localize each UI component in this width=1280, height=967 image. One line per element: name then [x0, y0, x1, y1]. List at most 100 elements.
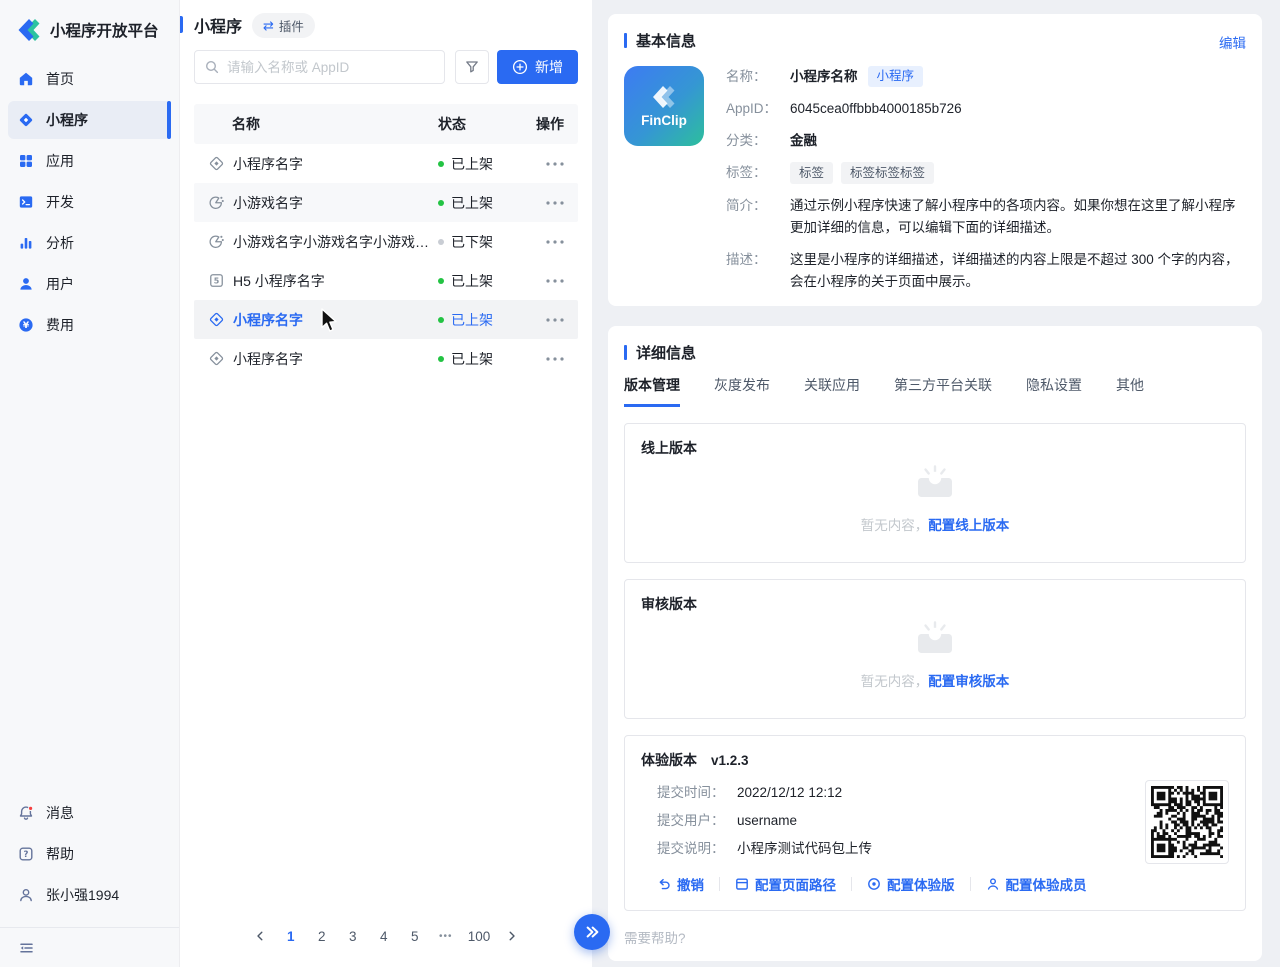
- sidebar-item-apps[interactable]: 应用: [8, 142, 171, 180]
- sidebar-item-account[interactable]: 张小强1994: [8, 876, 171, 914]
- online-empty-state: 暂无内容，配置线上版本: [641, 458, 1229, 534]
- row-name: 小程序名字: [233, 310, 303, 330]
- row-name: H5 小程序名字: [233, 271, 325, 291]
- h5-icon: 5: [208, 272, 225, 289]
- miniapp-icon: [208, 311, 225, 328]
- row-more-button[interactable]: [530, 318, 564, 322]
- detail-info-card: 详细信息 版本管理 灰度发布 关联应用 第三方平台关联 隐私设置 其他 线上版本…: [608, 326, 1262, 961]
- tab-privacy[interactable]: 隐私设置: [1026, 375, 1082, 407]
- table-row[interactable]: 小游戏名字小游戏名字小游戏名字 已下架: [194, 222, 578, 261]
- pagination-page-1[interactable]: 1: [278, 923, 304, 949]
- field-label: 描述：: [726, 249, 784, 270]
- configure-review-version-link[interactable]: 配置审核版本: [928, 674, 1009, 689]
- sidebar-item-label: 用户: [46, 274, 74, 294]
- sidebar-collapse-button[interactable]: [0, 927, 179, 967]
- configure-trial-button[interactable]: 配置体验版: [867, 874, 955, 894]
- tab-linked-apps[interactable]: 关联应用: [804, 375, 860, 407]
- basic-info-fields: 名称： 小程序名称 小程序 AppID： 6045cea0ffbbb400018…: [726, 66, 1246, 292]
- tab-version-management[interactable]: 版本管理: [624, 375, 680, 407]
- trial-version-number: v1.2.3: [711, 753, 749, 768]
- funnel-icon: [464, 59, 480, 75]
- configure-page-path-button[interactable]: 配置页面路径: [735, 874, 836, 894]
- table-row[interactable]: 小游戏名字 已上架: [194, 183, 578, 222]
- app-logo: FinClip: [624, 66, 704, 146]
- empty-inbox-icon: [912, 618, 958, 658]
- table-row[interactable]: 5 H5 小程序名字 已上架: [194, 261, 578, 300]
- plugin-toggle[interactable]: ⇄ 插件: [252, 13, 315, 38]
- yuan-coin-icon: ¥: [18, 317, 34, 333]
- sidebar-bottom: 消息 ? 帮助 张小强1994: [0, 794, 179, 967]
- tab-gray-release[interactable]: 灰度发布: [714, 375, 770, 407]
- miniapp-icon: [208, 350, 225, 367]
- svg-text:?: ?: [24, 850, 29, 860]
- pagination-page-4[interactable]: 4: [371, 923, 397, 949]
- status-text: 已上架: [451, 193, 493, 213]
- home-icon: [18, 71, 34, 87]
- help-text: 需要帮助?: [624, 927, 1246, 947]
- add-button[interactable]: 新增: [497, 50, 578, 84]
- search-input[interactable]: [194, 50, 445, 84]
- pagination-page-3[interactable]: 3: [340, 923, 366, 949]
- pagination-page-2[interactable]: 2: [309, 923, 335, 949]
- table-row[interactable]: 小程序名字 已上架: [194, 144, 578, 183]
- row-more-button[interactable]: [530, 201, 564, 205]
- revoke-button[interactable]: 撤销: [657, 874, 704, 894]
- row-name: 小游戏名字: [233, 193, 303, 213]
- trial-version-actions: 撤销 配置页面路径 配置体验版 配置体验成员: [657, 874, 1115, 894]
- sidebar-item-home[interactable]: 首页: [8, 60, 171, 98]
- miniapp-icon: [208, 155, 225, 172]
- sidebar-item-develop[interactable]: 开发: [8, 183, 171, 221]
- divider: [719, 877, 720, 891]
- pagination-next-button[interactable]: [499, 923, 525, 949]
- pagination-page-5[interactable]: 5: [402, 923, 428, 949]
- double-chevron-right-icon: [583, 923, 601, 941]
- finclip-mark-icon: [649, 85, 679, 110]
- platform-logo-text: 小程序开放平台: [50, 19, 159, 41]
- status-text: 已上架: [451, 154, 493, 174]
- sidebar-item-help[interactable]: ? 帮助: [8, 835, 171, 873]
- sidebar-item-label: 开发: [46, 192, 74, 212]
- empty-inbox-icon: [912, 462, 958, 502]
- field-label: 简介：: [726, 195, 784, 216]
- pagination-prev-button[interactable]: [247, 923, 273, 949]
- pagination-ellipsis[interactable]: •••: [433, 923, 459, 949]
- tag-badge: 标签: [790, 162, 833, 184]
- section-accent-bar: [624, 33, 627, 48]
- divider: [851, 877, 852, 891]
- appid-value: 6045cea0ffbbb4000185b726: [790, 98, 1246, 119]
- row-more-button[interactable]: [530, 162, 564, 166]
- search-box: [194, 50, 445, 84]
- row-more-button[interactable]: [530, 279, 564, 283]
- plugin-toggle-label: 插件: [279, 16, 304, 35]
- detail-content-area: 基本信息 编辑 FinClip 名称： 小程序名称 小程序 AppID： 604…: [592, 0, 1280, 967]
- add-button-label: 新增: [535, 57, 563, 77]
- sidebar-item-miniprogram[interactable]: 小程序: [8, 101, 171, 139]
- edit-link[interactable]: 编辑: [1219, 32, 1246, 52]
- user-icon: [18, 276, 34, 292]
- field-label: 提交说明：: [657, 839, 729, 859]
- pagination-page-100[interactable]: 100: [464, 923, 495, 949]
- table-header: 名称 状态 操作: [194, 104, 578, 144]
- sidebar-item-analytics[interactable]: 分析: [8, 224, 171, 262]
- menu-fold-icon: [18, 940, 35, 956]
- question-icon: ?: [18, 846, 34, 862]
- review-empty-state: 暂无内容，配置审核版本: [641, 614, 1229, 690]
- collapse-panel-button[interactable]: [574, 914, 610, 950]
- sidebar: 小程序开放平台 首页 小程序 应用 开发: [0, 0, 180, 967]
- configure-online-version-link[interactable]: 配置线上版本: [928, 518, 1009, 533]
- field-label: 名称：: [726, 66, 784, 87]
- table-row-selected[interactable]: 小程序名字 已上架: [194, 300, 578, 339]
- table-row[interactable]: 小程序名字 已上架: [194, 339, 578, 378]
- field-label: 标签：: [726, 162, 784, 183]
- tab-third-party[interactable]: 第三方平台关联: [894, 375, 992, 407]
- sidebar-item-billing[interactable]: ¥ 费用: [8, 306, 171, 344]
- row-more-button[interactable]: [530, 357, 564, 361]
- sidebar-item-users[interactable]: 用户: [8, 265, 171, 303]
- person-outline-icon: [18, 887, 34, 903]
- tab-other[interactable]: 其他: [1116, 375, 1144, 407]
- miniprogram-list-panel: 小程序 ⇄ 插件 新增 名称 状态 操作: [180, 0, 592, 967]
- filter-button[interactable]: [455, 50, 489, 84]
- sidebar-item-messages[interactable]: 消息: [8, 794, 171, 832]
- row-more-button[interactable]: [530, 240, 564, 244]
- configure-trial-members-button[interactable]: 配置体验成员: [986, 874, 1087, 894]
